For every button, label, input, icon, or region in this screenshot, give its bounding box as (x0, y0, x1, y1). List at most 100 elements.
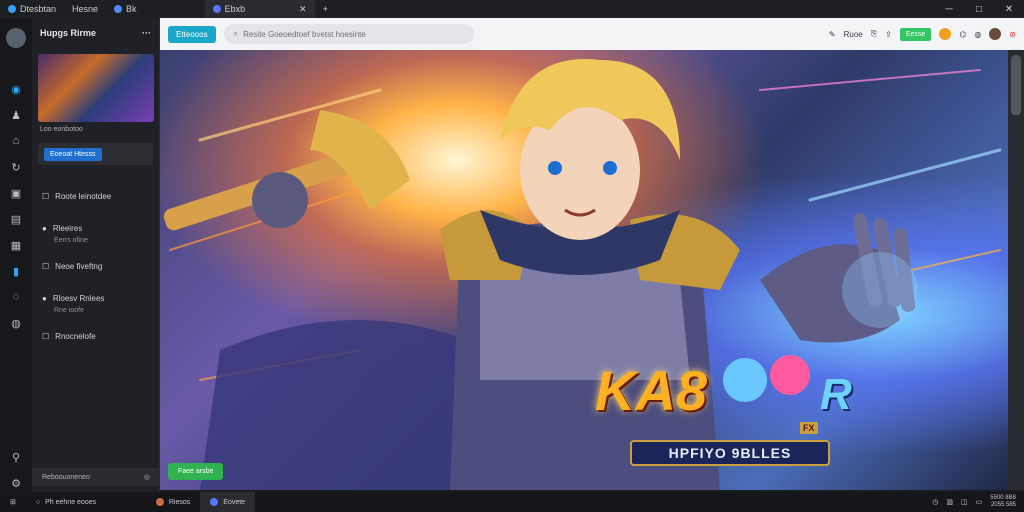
tab-3[interactable]: Bk (106, 0, 145, 18)
windows-icon: ⊞ (10, 499, 16, 506)
sidebar-item-label: Neoe fiveftng (55, 261, 103, 271)
checkbox-icon: ☐ (42, 331, 50, 341)
taskbar-app-label: Riesos (168, 498, 191, 506)
thumbnail-image[interactable] (38, 54, 154, 122)
sidebar-item-3[interactable]: ☐ Neoe fiveftng (32, 257, 159, 275)
battery-icon[interactable]: ▭ (976, 498, 983, 506)
search-icon: ○ (35, 498, 41, 506)
pin-icon[interactable]: ⚲ (9, 450, 23, 464)
sidebar-item-1[interactable]: ☐ Roote leinotdee (32, 187, 159, 205)
user-icon[interactable]: ♟ (9, 108, 23, 122)
alert-icon[interactable]: ⊘ (1009, 30, 1016, 39)
sidebar-item-label: Rloesv Rnlees (52, 293, 105, 303)
settings-icon[interactable]: ⚙ (9, 476, 23, 490)
maximize-button[interactable]: □ (964, 0, 994, 18)
clock-time: 5500 8B8 (990, 495, 1016, 501)
thumbnail-caption: Loo eonbotoo (40, 126, 83, 133)
checkbox-icon: ☐ (42, 261, 50, 271)
tab-label: Bk (126, 4, 137, 14)
sidebar-item-label: Rnocnelofe (55, 331, 96, 341)
sidebar-footer-label: Reboouoneneo (42, 473, 90, 481)
palette-icon[interactable]: ◍ (9, 316, 23, 330)
system-tray: ◷ ▥ ◫ ▭ 5500 8B8 2055 585 (932, 495, 1024, 509)
search-placeholder: Resite Goeoedtoef bvetst hoesinte (243, 29, 366, 39)
sync-icon[interactable]: ↻ (9, 160, 23, 174)
sidebar: Hupgs Rirme ··· Loo eonbotoo Eoeoat Htes… (32, 18, 160, 492)
taskbar-search[interactable]: ○ Ph eehne eooes (26, 492, 146, 512)
tab-2[interactable]: Hesne (64, 0, 106, 18)
taskbar-app-1[interactable]: Riesos (146, 492, 200, 512)
scrollbar[interactable] (1008, 50, 1024, 490)
icon-rail: ◉ ♟ ⌂ ↻ ▣ ▤ ▦ ▮ ◌ ◍ ⚲ ⚙ (0, 18, 32, 492)
game-logo-title: KA8 (595, 359, 708, 422)
scrollbar-thumb[interactable] (1011, 55, 1021, 115)
share-icon[interactable]: ⇪ (885, 30, 892, 39)
toolbar: Etteooos ⌕ Resite Goeoedtoef bvetst hoes… (160, 18, 1024, 50)
image-icon[interactable]: ▣ (9, 186, 23, 200)
sidebar-item-label: Roote leinotdee (55, 191, 112, 201)
search-input[interactable]: ⌕ Resite Goeoedtoef bvetst hoesinte (223, 24, 474, 44)
avatar[interactable] (6, 28, 26, 48)
tab-4[interactable]: Ebxb ✕ (204, 0, 315, 18)
network-icon[interactable]: ▥ (946, 498, 953, 506)
hero-artwork: KA8 R FX HPFIYO 9BLLES Faee arsbe (160, 50, 1008, 490)
tab-label: Hesne (72, 4, 99, 14)
toolbar-badge[interactable]: Etteooos (168, 25, 216, 43)
title-bar: Dtesbtan Hesne Bk Ebxb ✕ + ─ □ ✕ (0, 0, 1024, 18)
search-icon: ⌕ (233, 29, 239, 38)
clock-date: 2055 585 (990, 502, 1016, 508)
minimize-button[interactable]: ─ (934, 0, 964, 18)
copy-icon[interactable]: ⎘ (871, 29, 877, 39)
dot-icon: ● (42, 293, 47, 303)
tab-label: Ebxb (224, 4, 246, 14)
toolbar-green-button[interactable]: Eesse (899, 27, 932, 41)
fx-badge: FX (800, 422, 818, 434)
home-icon[interactable]: ◉ (9, 82, 23, 96)
sidebar-action: Eoeoat Htesss (38, 143, 153, 165)
game-logo-subtitle: HPFIYO 9BLLES (630, 440, 830, 466)
active-page-icon[interactable]: ▮ (9, 264, 23, 278)
toolbar-label[interactable]: Ruoe (844, 30, 863, 39)
start-button[interactable]: ⊞ (0, 492, 26, 512)
chat-icon[interactable]: ◌ (9, 290, 23, 304)
close-tab-icon[interactable]: ✕ (299, 4, 307, 15)
sidebar-header: Hupgs Rirme ··· (32, 18, 159, 48)
app-icon (114, 5, 123, 13)
app-icon (212, 5, 221, 13)
sidebar-item-5[interactable]: ☐ Rnocnelofe (32, 327, 159, 345)
more-icon[interactable]: ··· (142, 28, 151, 38)
sidebar-item-label: Rleeires (52, 223, 83, 233)
sidebar-primary-button[interactable]: Eoeoat Htesss (44, 147, 102, 161)
sidebar-footer[interactable]: Reboouoneneo ◎ (32, 468, 160, 486)
close-button[interactable]: ✕ (994, 0, 1024, 18)
tab-1[interactable]: Dtesbtan (0, 0, 64, 18)
book-icon[interactable]: ▤ (9, 212, 23, 226)
taskbar-app-2[interactable]: Eovete (200, 492, 256, 512)
play-button[interactable]: Faee arsbe (168, 463, 224, 480)
sidebar-item-2[interactable]: ● Rleeires (32, 219, 159, 237)
profile-avatar[interactable] (989, 28, 1002, 40)
clock-icon[interactable]: ◷ (932, 498, 938, 506)
shield-icon[interactable]: ◍ (974, 30, 981, 39)
sidebar-title: Hupgs Rirme (40, 28, 97, 38)
toolbar-actions: ✎ Ruoe ⎘ ⇪ Eesse ⌬ ◍ ⊘ (829, 27, 1016, 41)
sidebar-item-4[interactable]: ● Rloesv Rnlees (32, 289, 159, 307)
house-icon[interactable]: ⌂ (9, 134, 23, 148)
check-circle-icon[interactable]: ◎ (144, 473, 150, 481)
clock[interactable]: 5500 8B8 2055 585 (990, 495, 1016, 509)
new-tab-button[interactable]: + (315, 0, 336, 18)
edit-icon[interactable]: ✎ (829, 30, 836, 39)
window-controls: ─ □ ✕ (934, 0, 1024, 18)
dot-icon: ● (42, 223, 47, 233)
app-icon (210, 498, 219, 506)
play-button-label: Faee arsbe (178, 468, 214, 475)
sidebar-item-sub: Rne ioofe (54, 307, 84, 314)
coin-icon[interactable] (939, 28, 952, 40)
calendar-icon[interactable]: ▦ (9, 238, 23, 252)
taskbar: ⊞ ○ Ph eehne eooes Riesos Eovete ◷ ▥ ◫ ▭… (0, 492, 1024, 512)
app-icon (155, 498, 164, 506)
checkbox-icon: ☐ (42, 191, 50, 201)
artwork-svg (163, 59, 1002, 490)
gift-icon[interactable]: ⌬ (959, 30, 966, 39)
volume-icon[interactable]: ◫ (961, 498, 968, 506)
